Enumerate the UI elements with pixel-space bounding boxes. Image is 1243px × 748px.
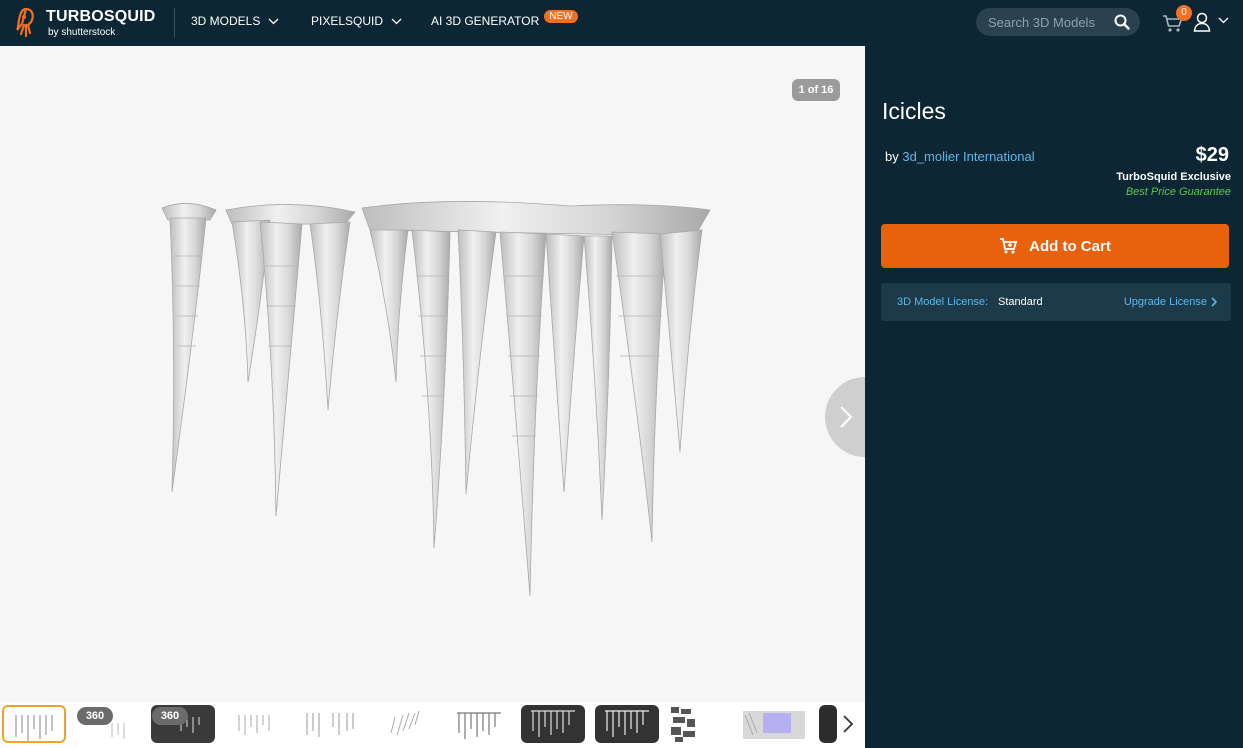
turbosquid-logo[interactable]: TURBOSQUID by shutterstock — [14, 6, 164, 40]
thumbnail-8[interactable] — [521, 705, 585, 743]
add-to-cart-label: Add to Cart — [1029, 237, 1111, 255]
chevron-down-icon — [391, 18, 402, 24]
search-input[interactable] — [988, 14, 1108, 30]
thumbnail-7[interactable] — [447, 705, 511, 743]
top-navigation: TURBOSQUID by shutterstock 3D MODELS PIX… — [0, 0, 1243, 46]
thumbnail-12[interactable] — [819, 705, 837, 743]
user-account-icon[interactable] — [1193, 12, 1211, 32]
upgrade-license-label: Upgrade License — [1123, 296, 1207, 308]
product-details-panel: Icicles by 3d_molier International $29 T… — [865, 46, 1243, 748]
license-value: Standard — [998, 296, 1043, 308]
nav-ai-label: AI 3D GENERATOR — [431, 14, 540, 28]
price-guarantee[interactable]: Best Price Guarantee — [1126, 186, 1231, 198]
thumbnail-10[interactable] — [669, 705, 733, 743]
license-label: 3D Model License: — [897, 296, 989, 308]
thumbnail-1[interactable] — [2, 705, 66, 743]
thumbnail-6[interactable] — [373, 705, 437, 743]
thumbnail-360-2[interactable]: 360 — [151, 705, 215, 743]
brand-subtitle: by shutterstock — [48, 26, 116, 38]
search-icon[interactable] — [1114, 14, 1130, 30]
brand-name: TURBOSQUID — [46, 7, 156, 25]
nav-pixelsquid[interactable]: PIXELSQUID — [311, 14, 402, 28]
nav-divider — [174, 8, 175, 38]
chevron-right-icon — [840, 406, 853, 428]
thumbnail-9[interactable] — [595, 705, 659, 743]
next-image-button[interactable] — [825, 377, 865, 457]
search-bar — [976, 8, 1140, 36]
chevron-down-icon — [268, 18, 279, 24]
image-counter: 1 of 16 — [792, 79, 840, 101]
cart-count-badge: 0 — [1176, 5, 1192, 21]
product-title: Icicles — [882, 98, 946, 124]
account-chevron-down-icon[interactable] — [1218, 17, 1229, 24]
thumbnail-4[interactable] — [225, 705, 289, 743]
license-box: 3D Model License: Standard Upgrade Licen… — [881, 283, 1231, 321]
cart-plus-icon — [1000, 238, 1018, 254]
by-prefix: by — [885, 149, 899, 164]
thumbnail-strip: 360 360 — [0, 702, 865, 748]
nav-3d-models[interactable]: 3D MODELS — [191, 14, 279, 28]
author-line: by 3d_molier International — [885, 149, 1035, 164]
squid-logo-icon — [16, 7, 34, 38]
360-badge: 360 — [77, 707, 113, 725]
thumbnail-360-1[interactable]: 360 — [76, 705, 140, 743]
thumbnail-5[interactable] — [299, 705, 363, 743]
nav-3d-models-label: 3D MODELS — [191, 14, 261, 28]
thumbnail-11[interactable] — [743, 705, 807, 743]
360-badge: 360 — [152, 707, 188, 725]
new-badge: NEW — [544, 9, 578, 23]
author-link[interactable]: 3d_molier International — [902, 149, 1034, 164]
icicles-product-image[interactable] — [150, 196, 730, 606]
chevron-right-icon — [1211, 297, 1217, 307]
product-price: $29 — [1195, 144, 1229, 166]
nav-pixelsquid-label: PIXELSQUID — [311, 14, 384, 28]
nav-ai-3d-generator[interactable]: AI 3D GENERATOR NEW — [431, 9, 578, 28]
product-image-viewer: 1 of 16 360 360 — [0, 46, 865, 748]
upgrade-license-link[interactable]: Upgrade License — [1124, 296, 1217, 308]
add-to-cart-button[interactable]: Add to Cart — [881, 224, 1229, 268]
exclusive-label: TurboSquid Exclusive — [1116, 171, 1231, 183]
thumbnails-next-icon[interactable] — [842, 714, 854, 734]
